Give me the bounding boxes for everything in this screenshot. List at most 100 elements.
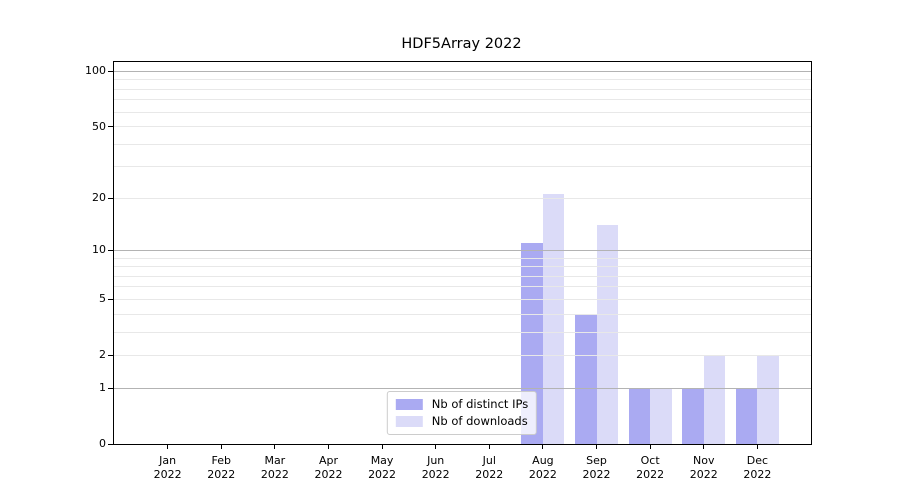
y-tick xyxy=(108,198,113,199)
x-tick xyxy=(757,444,758,449)
figure: HDF5Array 2022 0125102050100Jan2022Feb20… xyxy=(0,0,900,500)
minor-gridline xyxy=(114,198,811,199)
y-tick-label: 50 xyxy=(56,119,106,135)
x-tick-year: 2022 xyxy=(191,468,251,482)
legend-item-distinct-ips: Nb of distinct IPs xyxy=(396,396,528,413)
x-tick-label: Feb2022 xyxy=(191,454,251,482)
minor-gridline xyxy=(114,355,811,356)
x-tick-month: Feb xyxy=(191,454,251,468)
y-tick-label: 20 xyxy=(56,190,106,206)
minor-gridline xyxy=(114,314,811,315)
x-tick xyxy=(382,444,383,449)
x-tick-month: Jan xyxy=(138,454,198,468)
minor-gridline xyxy=(114,112,811,113)
bar-distinct-ips xyxy=(629,388,651,444)
y-tick xyxy=(108,71,113,72)
y-tick xyxy=(108,126,113,127)
major-gridline xyxy=(114,71,811,72)
x-tick-month: Apr xyxy=(298,454,358,468)
legend-item-downloads: Nb of downloads xyxy=(396,413,528,430)
x-tick-year: 2022 xyxy=(513,468,573,482)
x-tick-year: 2022 xyxy=(620,468,680,482)
minor-gridline xyxy=(114,126,811,127)
major-gridline xyxy=(114,388,811,389)
y-tick xyxy=(108,250,113,251)
x-tick-month: Dec xyxy=(727,454,787,468)
x-tick xyxy=(435,444,436,449)
y-tick-label: 0 xyxy=(56,436,106,452)
x-tick-label: Jul2022 xyxy=(459,454,519,482)
x-tick xyxy=(542,444,543,449)
bar-downloads xyxy=(757,355,779,444)
x-tick xyxy=(167,444,168,449)
x-tick xyxy=(596,444,597,449)
minor-gridline xyxy=(114,276,811,277)
y-tick xyxy=(108,444,113,445)
x-tick xyxy=(221,444,222,449)
y-tick-label: 5 xyxy=(56,291,106,307)
x-tick xyxy=(650,444,651,449)
x-tick xyxy=(489,444,490,449)
major-gridline xyxy=(114,250,811,251)
x-tick-year: 2022 xyxy=(727,468,787,482)
x-tick-label: Mar2022 xyxy=(245,454,305,482)
x-tick-label: May2022 xyxy=(352,454,412,482)
minor-gridline xyxy=(114,332,811,333)
bar-downloads xyxy=(704,355,726,444)
x-tick-year: 2022 xyxy=(245,468,305,482)
x-tick-label: Sep2022 xyxy=(567,454,627,482)
bar-downloads xyxy=(650,388,672,444)
x-tick-month: Sep xyxy=(567,454,627,468)
minor-gridline xyxy=(114,166,811,167)
bar-distinct-ips xyxy=(575,314,597,444)
minor-gridline xyxy=(114,258,811,259)
x-tick-month: Mar xyxy=(245,454,305,468)
x-tick-year: 2022 xyxy=(138,468,198,482)
x-tick-month: Jun xyxy=(406,454,466,468)
x-tick-label: Jan2022 xyxy=(138,454,198,482)
x-tick xyxy=(328,444,329,449)
minor-gridline xyxy=(114,266,811,267)
legend-swatch-downloads xyxy=(396,416,423,427)
chart-title: HDF5Array 2022 xyxy=(113,36,810,52)
x-tick-month: May xyxy=(352,454,412,468)
x-tick-label: Aug2022 xyxy=(513,454,573,482)
x-tick-month: Nov xyxy=(674,454,734,468)
x-tick-month: Oct xyxy=(620,454,680,468)
legend-swatch-distinct-ips xyxy=(396,399,423,410)
x-tick-label: Jun2022 xyxy=(406,454,466,482)
minor-gridline xyxy=(114,144,811,145)
y-tick-label: 100 xyxy=(56,63,106,79)
x-tick-year: 2022 xyxy=(406,468,466,482)
legend-label-distinct-ips: Nb of distinct IPs xyxy=(432,397,528,412)
x-tick-label: Dec2022 xyxy=(727,454,787,482)
x-tick-year: 2022 xyxy=(352,468,412,482)
x-tick-label: Oct2022 xyxy=(620,454,680,482)
minor-gridline xyxy=(114,299,811,300)
y-tick xyxy=(108,355,113,356)
x-tick-month: Jul xyxy=(459,454,519,468)
plot-area: 0125102050100Jan2022Feb2022Mar2022Apr202… xyxy=(113,61,812,445)
y-tick-label: 10 xyxy=(56,242,106,258)
x-tick-year: 2022 xyxy=(567,468,627,482)
y-tick xyxy=(108,388,113,389)
bar-downloads xyxy=(543,194,565,444)
y-tick-label: 1 xyxy=(56,380,106,396)
legend: Nb of distinct IPs Nb of downloads xyxy=(387,391,537,435)
minor-gridline xyxy=(114,79,811,80)
minor-gridline xyxy=(114,99,811,100)
x-tick-month: Aug xyxy=(513,454,573,468)
legend-label-downloads: Nb of downloads xyxy=(432,414,528,429)
x-tick xyxy=(274,444,275,449)
bar-distinct-ips xyxy=(736,388,758,444)
x-tick-label: Nov2022 xyxy=(674,454,734,482)
x-tick-year: 2022 xyxy=(298,468,358,482)
x-tick xyxy=(703,444,704,449)
bar-distinct-ips xyxy=(682,388,704,444)
y-tick-label: 2 xyxy=(56,347,106,363)
x-tick-year: 2022 xyxy=(674,468,734,482)
minor-gridline xyxy=(114,286,811,287)
minor-gridline xyxy=(114,89,811,90)
x-tick-label: Apr2022 xyxy=(298,454,358,482)
y-tick xyxy=(108,299,113,300)
